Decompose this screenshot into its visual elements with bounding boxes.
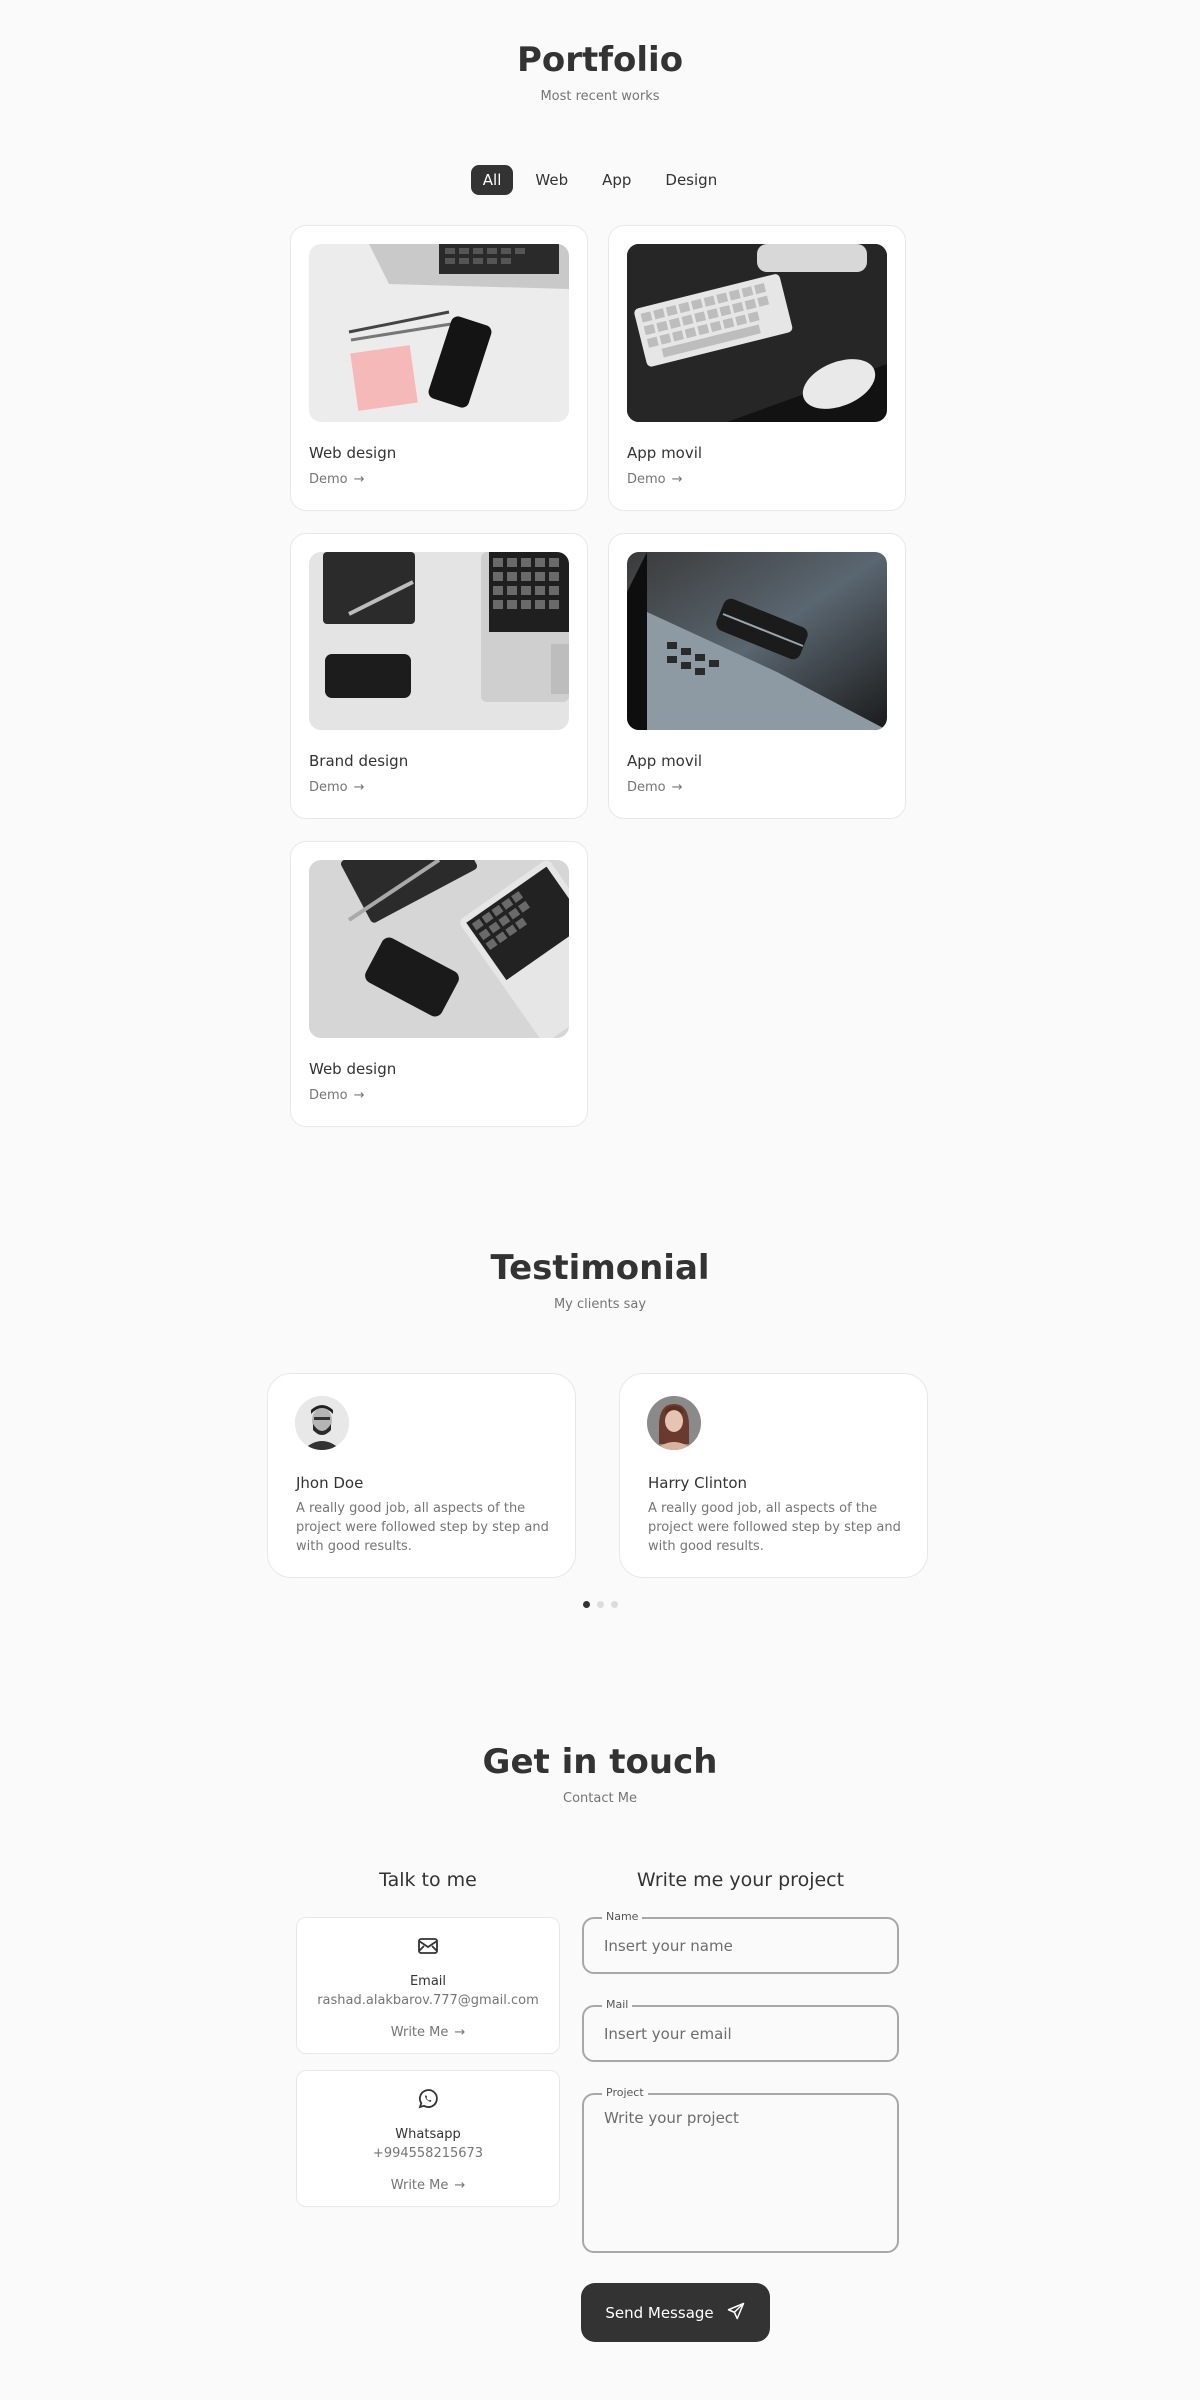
whatsapp-icon bbox=[297, 2087, 559, 2111]
name-field-label: Name bbox=[602, 1910, 643, 1923]
work-card: Web design Demo → bbox=[290, 841, 588, 1127]
contact-card-email: Email rashad.alakbarov.777@gmail.com Wri… bbox=[296, 1917, 560, 2054]
send-message-button[interactable]: Send Message bbox=[581, 2283, 770, 2342]
demo-label: Demo bbox=[309, 1088, 348, 1103]
work-image bbox=[627, 244, 887, 422]
name-field: Name bbox=[582, 1910, 899, 1974]
contact-label: Whatsapp bbox=[395, 2127, 461, 2142]
arrow-right-icon: → bbox=[454, 2178, 466, 2193]
demo-label: Demo bbox=[627, 472, 666, 487]
work-image bbox=[627, 552, 887, 730]
testimonial-title: Testimonial bbox=[490, 1248, 710, 1288]
write-me-link[interactable]: Write Me → bbox=[297, 2025, 559, 2040]
testimonial-text: A really good job, all aspects of the pr… bbox=[296, 1501, 549, 1554]
demo-link[interactable]: Demo → bbox=[309, 780, 365, 795]
project-field: Project bbox=[582, 2086, 899, 2253]
slider-dot[interactable] bbox=[596, 1601, 604, 1608]
work-title: Web design bbox=[309, 1060, 397, 1078]
project-textarea[interactable] bbox=[584, 2095, 897, 2251]
demo-link[interactable]: Demo → bbox=[627, 780, 683, 795]
work-card: Web design Demo → bbox=[290, 225, 588, 511]
testimonial-card: Jhon Doe A really good job, all aspects … bbox=[267, 1373, 576, 1578]
demo-link[interactable]: Demo → bbox=[627, 472, 683, 487]
arrow-right-icon: → bbox=[454, 2025, 466, 2040]
demo-link[interactable]: Demo → bbox=[309, 472, 365, 487]
arrow-right-icon: → bbox=[353, 780, 365, 795]
write-me-label: Write Me bbox=[390, 2025, 449, 2040]
mail-icon bbox=[297, 1934, 559, 1958]
portfolio-title: Portfolio bbox=[516, 40, 684, 80]
write-heading: Write me your project bbox=[636, 1869, 845, 1891]
slider-pagination bbox=[0, 1601, 1200, 1608]
arrow-right-icon: → bbox=[671, 780, 683, 795]
work-image bbox=[309, 860, 569, 1038]
arrow-right-icon: → bbox=[353, 472, 365, 487]
demo-label: Demo bbox=[309, 472, 348, 487]
name-input[interactable] bbox=[584, 1919, 897, 1972]
work-card: Brand design Demo → bbox=[290, 533, 588, 819]
mail-field-label: Mail bbox=[602, 1998, 633, 2011]
email-input[interactable] bbox=[584, 2007, 897, 2060]
testimonial-name: Harry Clinton bbox=[648, 1474, 748, 1492]
work-image bbox=[309, 244, 569, 422]
avatar bbox=[295, 1396, 349, 1450]
contact-title: Get in touch bbox=[482, 1742, 718, 1782]
arrow-right-icon: → bbox=[353, 1088, 365, 1103]
work-image bbox=[309, 552, 569, 730]
work-title: Web design bbox=[309, 444, 397, 462]
send-message-label: Send Message bbox=[605, 2303, 714, 2322]
demo-label: Demo bbox=[309, 780, 348, 795]
filter-design[interactable]: Design bbox=[653, 165, 729, 195]
demo-label: Demo bbox=[627, 780, 666, 795]
filter-app[interactable]: App bbox=[590, 165, 643, 195]
contact-value: rashad.alakbarov.777@gmail.com bbox=[317, 1993, 539, 2008]
talk-heading: Talk to me bbox=[379, 1869, 477, 1891]
demo-link[interactable]: Demo → bbox=[309, 1088, 365, 1103]
avatar bbox=[647, 1396, 701, 1450]
contact-value: +994558215673 bbox=[372, 2146, 484, 2161]
work-card: App movil Demo → bbox=[608, 225, 906, 511]
mail-field: Mail bbox=[582, 1998, 899, 2062]
slider-dot[interactable] bbox=[610, 1601, 618, 1608]
work-card: App movil Demo → bbox=[608, 533, 906, 819]
portfolio-subtitle: Most recent works bbox=[540, 89, 660, 104]
slider-dot[interactable] bbox=[582, 1601, 590, 1608]
filter-all[interactable]: All bbox=[470, 165, 514, 195]
testimonial-name: Jhon Doe bbox=[296, 1474, 364, 1492]
contact-label: Email bbox=[409, 1974, 447, 1989]
contact-subtitle: Contact Me bbox=[563, 1791, 637, 1806]
contact-card-whatsapp: Whatsapp +994558215673 Write Me → bbox=[296, 2070, 560, 2207]
portfolio-filters: All Web App Design bbox=[0, 165, 1200, 195]
project-field-label: Project bbox=[602, 2086, 648, 2099]
arrow-right-icon: → bbox=[671, 472, 683, 487]
testimonial-card: Harry Clinton A really good job, all asp… bbox=[619, 1373, 928, 1578]
work-title: App movil bbox=[627, 444, 703, 462]
send-icon bbox=[726, 2301, 746, 2325]
write-me-link[interactable]: Write Me → bbox=[297, 2178, 559, 2193]
testimonial-text: A really good job, all aspects of the pr… bbox=[648, 1501, 901, 1554]
work-title: Brand design bbox=[309, 752, 409, 770]
filter-web[interactable]: Web bbox=[523, 165, 580, 195]
work-title: App movil bbox=[627, 752, 703, 770]
write-me-label: Write Me bbox=[390, 2178, 449, 2193]
testimonial-subtitle: My clients say bbox=[553, 1297, 647, 1312]
